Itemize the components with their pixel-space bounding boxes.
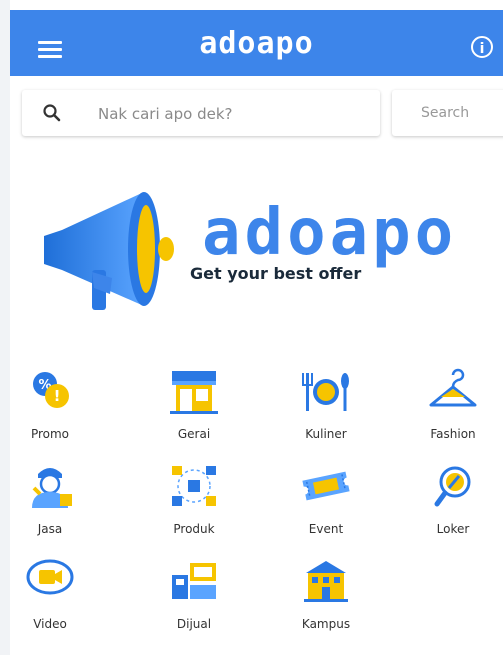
app-title: adoapo <box>199 26 314 61</box>
category-promo[interactable]: % ! Promo <box>5 365 95 445</box>
category-kampus[interactable]: Kampus <box>281 555 371 635</box>
campus-building-icon <box>304 561 348 602</box>
job-search-icon <box>434 466 471 507</box>
video-camera-icon <box>26 559 74 595</box>
category-label: Kampus <box>301 617 351 631</box>
category-label: Fashion <box>430 427 476 441</box>
category-label: Dijual <box>176 617 212 631</box>
plate-cutlery-icon <box>302 373 349 411</box>
megaphone-icon <box>44 192 174 310</box>
percent-tag-icon: % ! <box>33 372 69 408</box>
svg-text:!: ! <box>54 387 61 405</box>
category-grid: % ! Promo Gerai Kuliner Fashion Jasa Pro… <box>10 365 503 655</box>
category-label: Video <box>33 617 67 631</box>
search-box <box>22 90 380 138</box>
category-label: Kuliner <box>305 427 347 441</box>
category-label: Jasa <box>37 522 63 536</box>
category-event[interactable]: Event <box>281 460 371 540</box>
category-label: Promo <box>30 427 70 441</box>
category-produk[interactable]: Produk <box>149 460 239 540</box>
search-input[interactable] <box>96 90 370 138</box>
category-kuliner[interactable]: Kuliner <box>281 365 371 445</box>
storefront-icon <box>170 371 218 414</box>
hanger-icon <box>429 368 477 407</box>
app-frame: adoapo i Search <box>10 0 503 655</box>
ticket-icon <box>302 471 350 501</box>
adoapo-banner-logo: adoapo Get your best offer <box>44 192 457 310</box>
search-icon <box>43 104 61 122</box>
category-gerai[interactable]: Gerai <box>149 365 239 445</box>
app-bar: adoapo i <box>10 10 503 76</box>
search-row: Search <box>10 88 503 140</box>
info-icon[interactable]: i <box>471 36 493 58</box>
category-jasa[interactable]: Jasa <box>5 460 95 540</box>
banner-tagline: Get your best offer <box>190 264 361 283</box>
worker-icon <box>32 468 72 508</box>
category-video[interactable]: Video <box>5 555 95 635</box>
category-label: Loker <box>436 522 470 536</box>
search-button[interactable]: Search <box>392 90 503 136</box>
category-loker[interactable]: Loker <box>408 460 498 540</box>
category-dijual[interactable]: Dijual <box>149 555 239 635</box>
banner-brand-text: adoapo <box>202 196 457 270</box>
category-label: Produk <box>173 522 215 536</box>
category-label: Gerai <box>177 427 211 441</box>
category-fashion[interactable]: Fashion <box>408 365 498 445</box>
products-icon <box>172 466 216 506</box>
category-label: Event <box>308 522 344 536</box>
for-sale-icon <box>172 563 216 599</box>
